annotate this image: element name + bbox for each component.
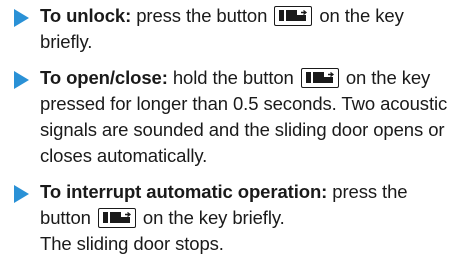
step-lead: To open/close:: [40, 67, 168, 88]
arrow-bullet-icon: [14, 185, 29, 203]
step-lead: To interrupt automatic operation:: [40, 181, 328, 202]
arrow-bullet-icon: [14, 71, 29, 89]
step-text: on the key briefly.: [137, 207, 285, 228]
step-result: The sliding door stops.: [40, 233, 224, 254]
arrow-bullet-icon: [14, 9, 29, 27]
instruction-list: To unlock: press the button on the key b…: [0, 0, 456, 257]
instruction-step-interrupt: To interrupt automatic operation: press …: [0, 179, 456, 257]
step-text: hold the button: [167, 67, 299, 88]
sliding-door-key-icon: [97, 208, 136, 228]
sliding-door-key-icon: [274, 6, 313, 26]
instruction-step-open-close: To open/close: hold the button on the ke…: [0, 65, 456, 169]
step-text: press the button: [131, 5, 273, 26]
sliding-door-key-icon: [300, 68, 339, 88]
instruction-step-unlock: To unlock: press the button on the key b…: [0, 0, 456, 55]
step-lead: To unlock:: [40, 5, 132, 26]
